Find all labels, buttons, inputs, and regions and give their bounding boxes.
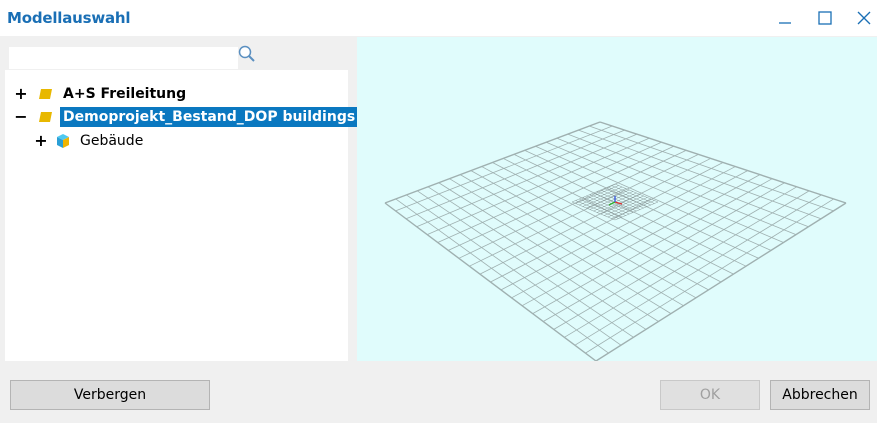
cancel-button[interactable]: Abbrechen <box>770 380 870 410</box>
expand-toggle[interactable]: + <box>34 133 48 149</box>
folder-icon <box>38 111 54 123</box>
tree-item-as-freileitung[interactable]: + A+S Freileitung <box>14 83 189 105</box>
3d-viewport[interactable] <box>357 37 877 361</box>
collapse-toggle[interactable]: − <box>14 109 28 125</box>
tree-item-label: A+S Freileitung <box>63 86 187 102</box>
folder-icon <box>38 88 54 100</box>
search-button[interactable] <box>237 44 257 64</box>
minimize-button[interactable] <box>771 4 799 32</box>
search-icon <box>238 45 255 62</box>
model-tree: + A+S Freileitung − Demoprojekt_Bestand_… <box>5 70 359 361</box>
maximize-button[interactable] <box>811 4 839 32</box>
tree-item-demoprojekt[interactable]: − Demoprojekt_Bestand_DOP buildings <box>14 106 359 128</box>
tree-item-gebaeude[interactable]: + Gebäude <box>34 130 146 152</box>
tree-item-label: Demoprojekt_Bestand_DOP buildings <box>60 107 359 127</box>
close-button[interactable] <box>850 4 877 32</box>
tree-item-label: Gebäude <box>80 133 144 149</box>
title-bar: Modellauswahl <box>0 0 877 36</box>
search-input[interactable] <box>9 47 238 69</box>
close-icon <box>857 11 871 25</box>
building-layer-icon <box>55 133 71 149</box>
hide-button[interactable]: Verbergen <box>10 380 210 410</box>
ground-grid <box>384 121 847 361</box>
minimize-icon <box>779 22 791 24</box>
maximize-icon <box>818 11 832 25</box>
expand-toggle[interactable]: + <box>14 86 28 102</box>
window-title: Modellauswahl <box>7 9 131 27</box>
ok-button[interactable]: OK <box>660 380 760 410</box>
model-tree-pane: + A+S Freileitung − Demoprojekt_Bestand_… <box>5 37 359 361</box>
